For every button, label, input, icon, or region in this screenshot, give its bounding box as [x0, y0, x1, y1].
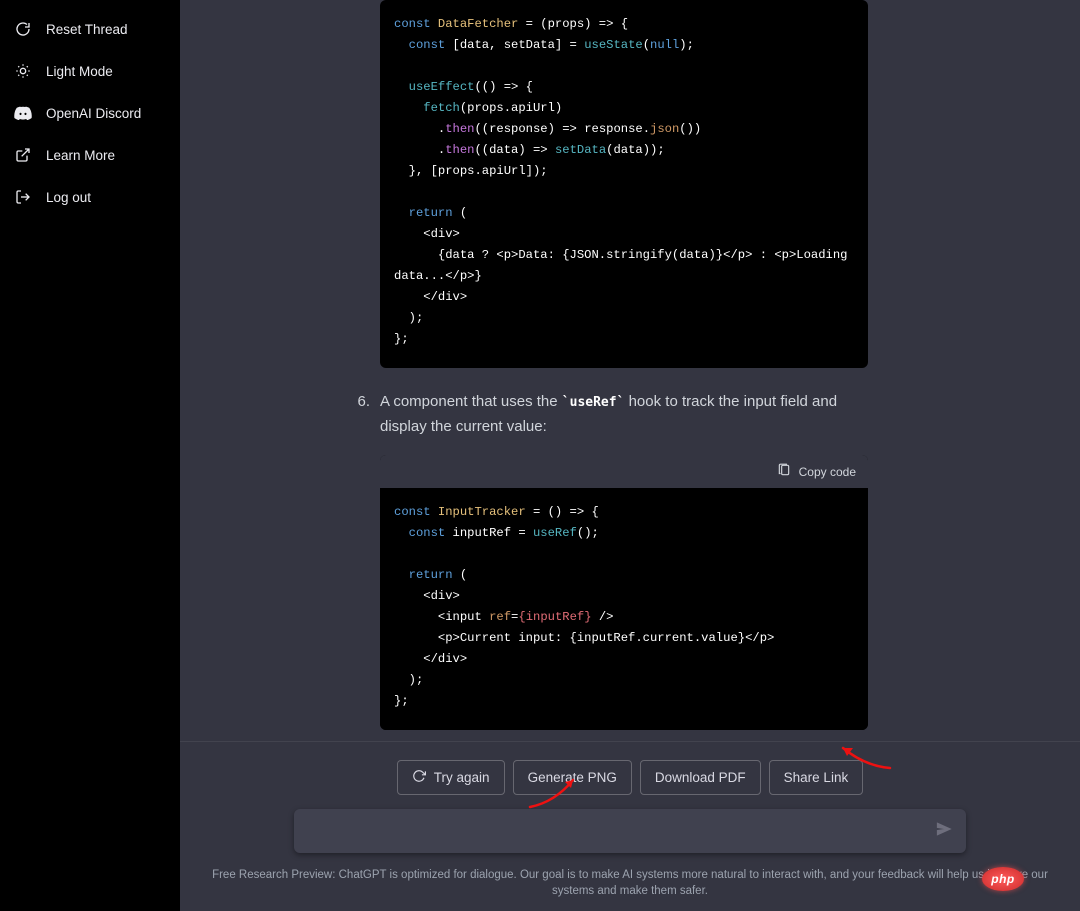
text-part: A component that uses the [380, 393, 562, 410]
send-button[interactable] [928, 815, 960, 847]
code-body: const InputTracker = () => { const input… [380, 488, 868, 730]
sidebar-item-label: Log out [46, 190, 91, 205]
discord-icon [14, 104, 32, 122]
button-label: Download PDF [655, 770, 746, 785]
button-label: Generate PNG [528, 770, 617, 785]
inline-code: `useRef` [562, 395, 625, 410]
code-body: const DataFetcher = (props) => { const [… [380, 0, 868, 368]
chat-input-wrap [294, 809, 966, 853]
sidebar-item-reset-thread[interactable]: Reset Thread [6, 10, 174, 48]
chat-scroll[interactable]: const DataFetcher = (props) => { const [… [180, 0, 1080, 741]
external-link-icon [14, 146, 32, 164]
button-label: Share Link [784, 770, 849, 785]
logout-icon [14, 188, 32, 206]
chat-content: const DataFetcher = (props) => { const [… [180, 0, 1080, 741]
list-item-number: 6. [342, 390, 370, 439]
sidebar-item-light-mode[interactable]: Light Mode [6, 52, 174, 90]
copy-code-button[interactable]: Copy code [777, 463, 856, 480]
sidebar-item-label: Learn More [46, 148, 115, 163]
disclaimer-text: Free Research Preview: ChatGPT is optimi… [190, 867, 1070, 899]
action-row: Try again Generate PNG Download PDF Shar… [397, 760, 863, 795]
refresh-icon [412, 769, 426, 786]
generate-png-button[interactable]: Generate PNG [513, 760, 632, 795]
main-column: const DataFetcher = (props) => { const [… [180, 0, 1080, 911]
app-root: Reset Thread Light Mode OpenAI Discord [0, 0, 1080, 911]
sun-icon [14, 62, 32, 80]
sidebar-item-openai-discord[interactable]: OpenAI Discord [6, 94, 174, 132]
share-link-button[interactable]: Share Link [769, 760, 864, 795]
sidebar-item-learn-more[interactable]: Learn More [6, 136, 174, 174]
send-icon [935, 820, 953, 843]
reset-icon [14, 20, 32, 38]
sidebar-item-label: Reset Thread [46, 22, 128, 37]
chat-input[interactable] [294, 809, 966, 853]
sidebar-item-log-out[interactable]: Log out [6, 178, 174, 216]
sidebar-item-label: OpenAI Discord [46, 106, 141, 121]
download-pdf-button[interactable]: Download PDF [640, 760, 761, 795]
code-block: Copy code const InputTracker = () => { c… [380, 455, 868, 730]
button-label: Try again [434, 770, 490, 785]
copy-code-label: Copy code [799, 465, 856, 479]
list-item-text: A component that uses the `useRef` hook … [380, 390, 868, 439]
clipboard-icon [777, 463, 791, 480]
code-header: Copy code [380, 455, 868, 488]
list-item: 6. A component that uses the `useRef` ho… [342, 390, 868, 439]
try-again-button[interactable]: Try again [397, 760, 505, 795]
sidebar: Reset Thread Light Mode OpenAI Discord [0, 0, 180, 911]
code-block: const DataFetcher = (props) => { const [… [380, 0, 868, 368]
sidebar-item-label: Light Mode [46, 64, 113, 79]
php-watermark-badge: php [982, 867, 1024, 891]
footer: Try again Generate PNG Download PDF Shar… [180, 741, 1080, 911]
